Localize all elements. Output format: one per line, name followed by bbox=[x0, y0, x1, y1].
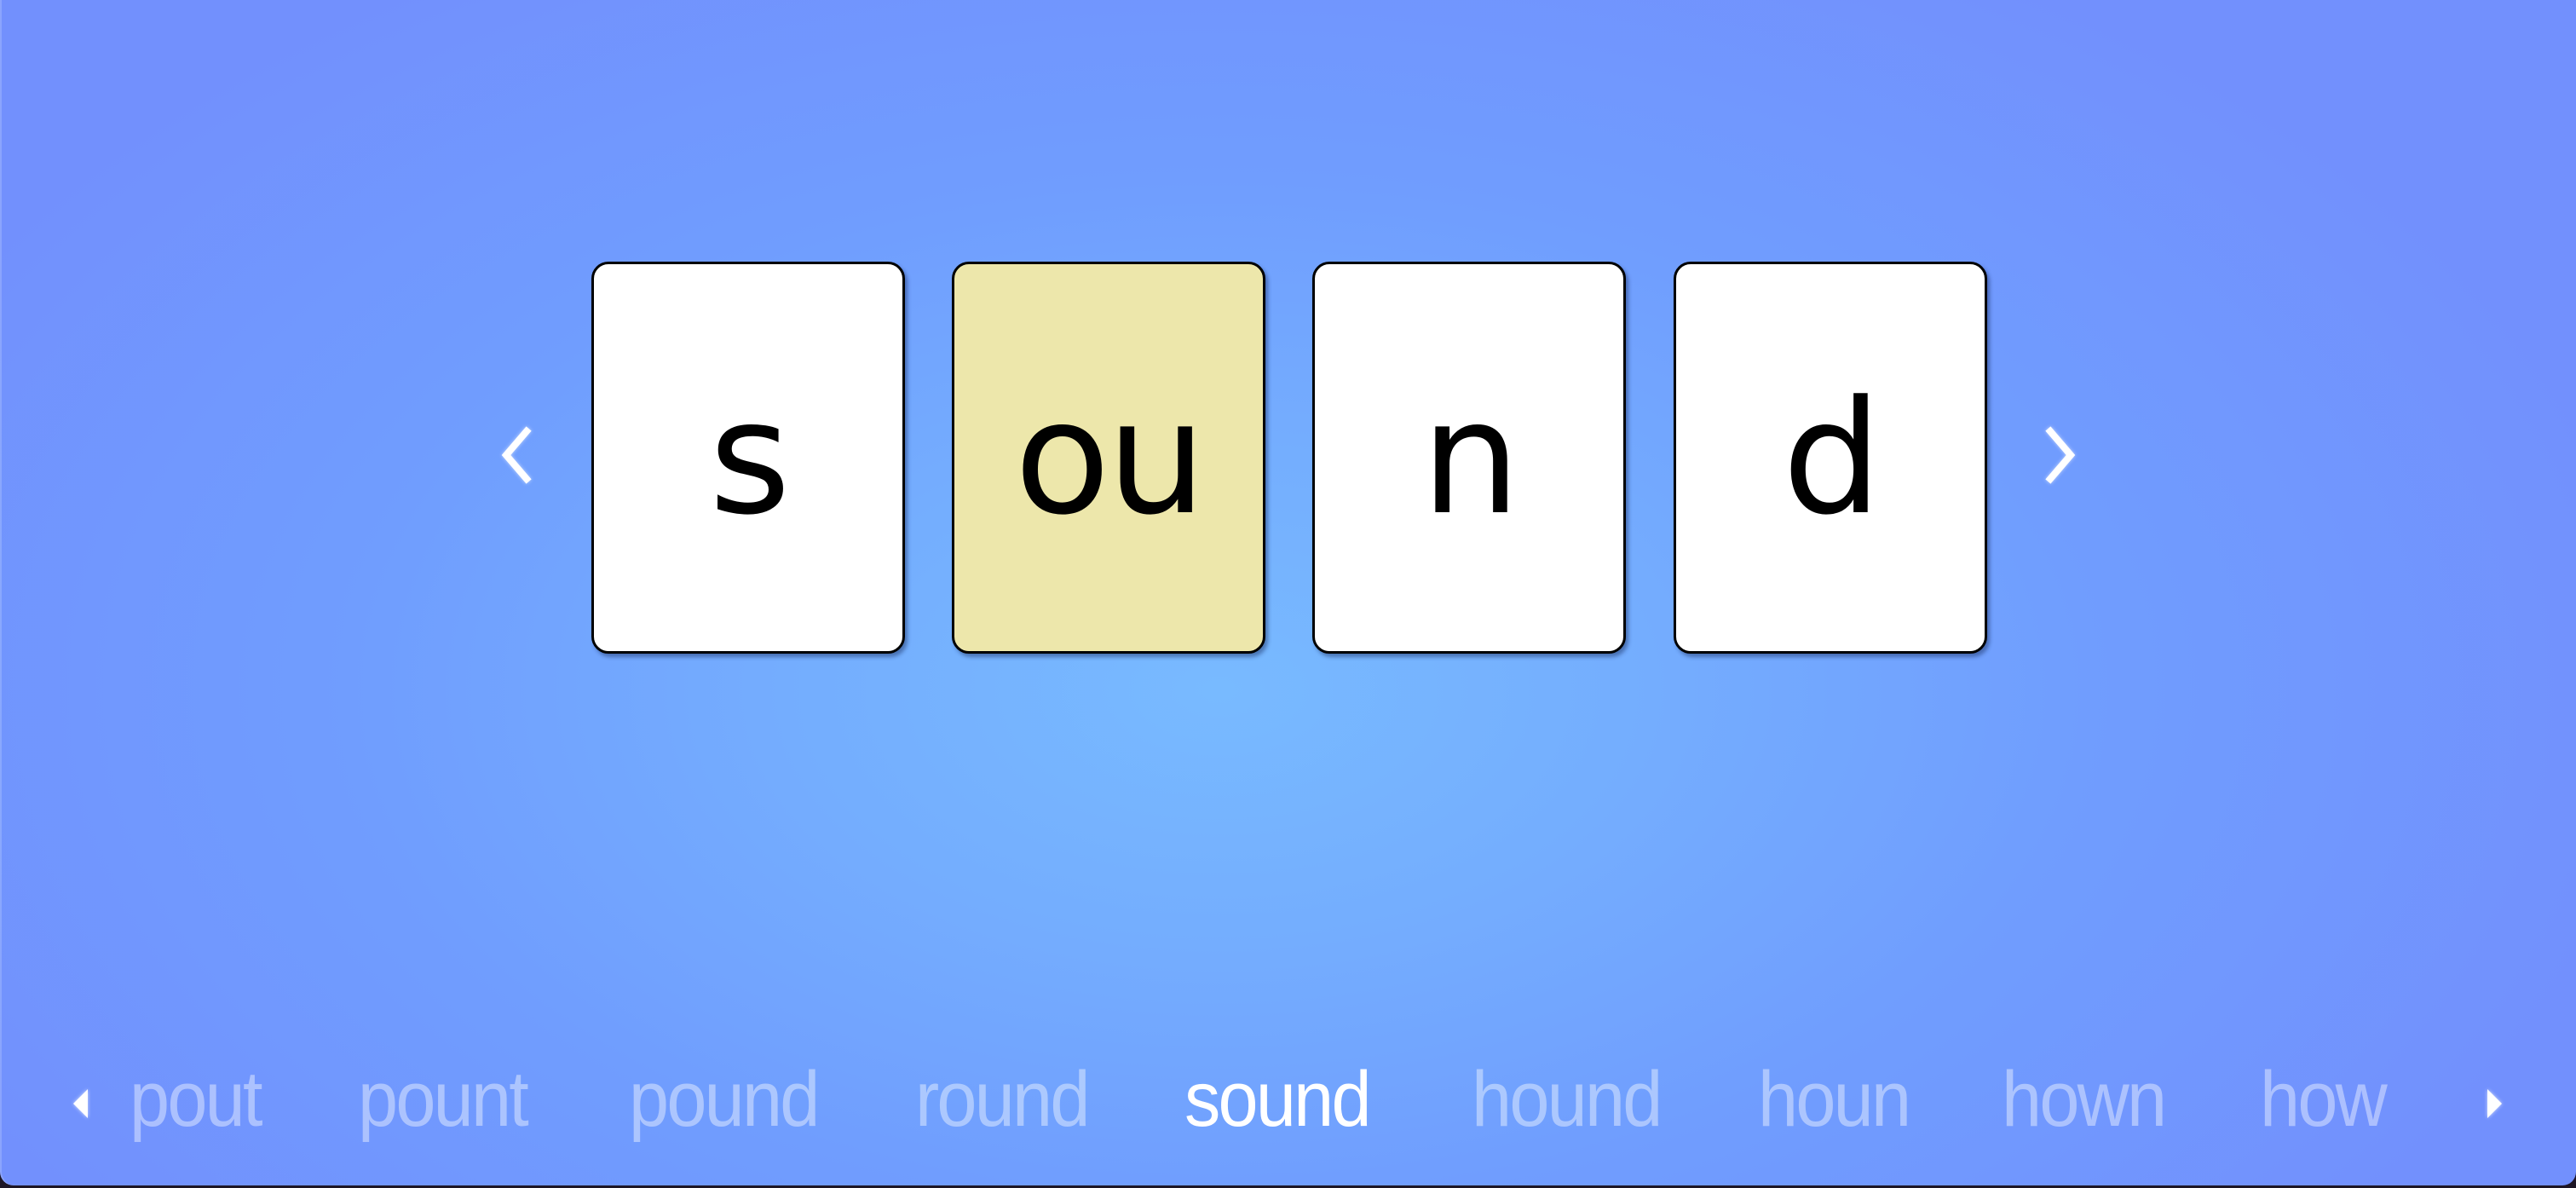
chevron-right-icon bbox=[2045, 426, 2076, 484]
letter-tile[interactable]: s bbox=[591, 262, 905, 654]
tile-letters: s bbox=[709, 367, 791, 550]
chevron-left-icon bbox=[501, 426, 532, 484]
word-item[interactable]: pount bbox=[358, 1057, 529, 1142]
tile-letters: ou bbox=[1014, 367, 1206, 550]
word-item[interactable]: houn bbox=[1758, 1057, 1911, 1142]
tile-letters: n bbox=[1421, 367, 1521, 550]
previous-tile-button[interactable] bbox=[496, 426, 539, 484]
next-tile-button[interactable] bbox=[2038, 426, 2081, 484]
word-list-next-button[interactable] bbox=[2487, 1087, 2504, 1120]
word-builder-stage: s ou n d pout pount pound round sound ho… bbox=[0, 0, 2576, 1185]
word-item[interactable]: hown bbox=[2002, 1057, 2167, 1142]
triangle-right-icon bbox=[2487, 1089, 2502, 1118]
letter-tile[interactable]: n bbox=[1312, 262, 1626, 654]
word-item[interactable]: hound bbox=[1472, 1057, 1663, 1142]
word-item-selected[interactable]: sound bbox=[1184, 1057, 1372, 1142]
word-item[interactable]: round bbox=[915, 1057, 1090, 1142]
word-item[interactable]: pound bbox=[629, 1057, 820, 1142]
word-list: pout pount pound round sound hound houn … bbox=[0, 1057, 2576, 1142]
tile-letters: d bbox=[1782, 367, 1882, 550]
letter-tile[interactable]: d bbox=[1674, 262, 1987, 654]
letter-tile-highlighted[interactable]: ou bbox=[952, 262, 1265, 654]
word-item[interactable]: how bbox=[2260, 1057, 2388, 1142]
word-item[interactable]: pout bbox=[130, 1057, 262, 1142]
